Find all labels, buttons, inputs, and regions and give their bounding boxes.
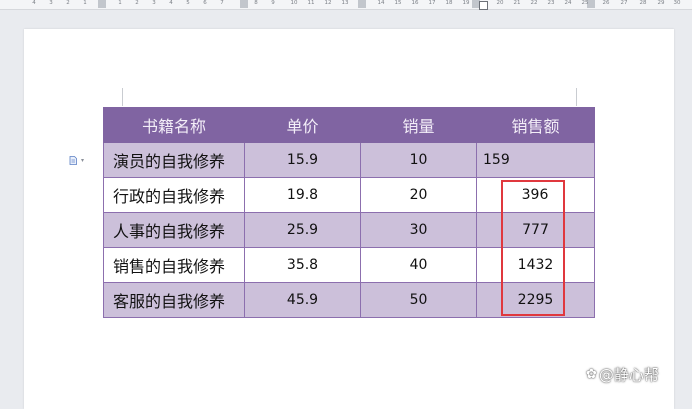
ruler-number: 1 [83,0,87,6]
cell-sales-amount[interactable]: 159 [476,142,595,178]
ruler-number: 25 [581,0,589,6]
ruler-number: 22 [530,0,538,6]
ruler-number: 24 [564,0,572,6]
ruler-number: 3 [49,0,53,6]
header-book-name[interactable]: 书籍名称 [103,107,245,143]
cell-price[interactable]: 25.9 [244,212,361,248]
cell-quantity[interactable]: 10 [360,142,477,178]
ruler-number: 21 [513,0,521,6]
ruler-number: 4 [169,0,173,6]
ruler-number: 27 [620,0,628,6]
ruler-number: 2 [66,0,70,6]
ruler-number: 28 [639,0,647,6]
table-row: 人事的自我修养 25.9 30 777 [103,212,595,248]
ruler-number: 2 [135,0,139,6]
cell-sales-amount[interactable]: 1432 [476,247,595,283]
cell-quantity[interactable]: 30 [360,212,477,248]
ruler-number: 1 [118,0,122,6]
ruler-number: 15 [394,0,402,6]
ruler-number: 29 [657,0,665,6]
cell-price[interactable]: 15.9 [244,142,361,178]
cell-sales-amount[interactable]: 2295 [476,282,595,318]
ruler-number: 6 [203,0,207,6]
ruler-number: 16 [411,0,419,6]
ruler-number: 10 [290,0,298,6]
watermark-text: @静心帮 [598,366,659,384]
header-quantity[interactable]: 销量 [360,107,477,143]
header-sales-amount[interactable]: 销售额 [476,107,595,143]
ruler-column-marker[interactable] [358,0,366,8]
ruler-number: 9 [271,0,275,6]
watermark: ✿ @静心帮 [586,364,659,385]
cell-book-name[interactable]: 人事的自我修养 [103,212,245,248]
crop-mark [576,88,577,106]
header-price[interactable]: 单价 [244,107,361,143]
ruler-indent-marker[interactable] [479,1,488,10]
table-row: 行政的自我修养 19.8 20 396 [103,177,595,213]
ruler-number: 7 [220,0,224,6]
cell-sales-amount[interactable]: 396 [476,177,595,213]
cell-quantity[interactable]: 20 [360,177,477,213]
ruler-number: 3 [152,0,156,6]
ruler-number: 18 [445,0,453,6]
cell-book-name[interactable]: 客服的自我修养 [103,282,245,318]
cell-price[interactable]: 19.8 [244,177,361,213]
ruler-number: 4 [32,0,36,6]
handle-dropdown-icon[interactable]: ▾ [81,157,84,164]
ruler-number: 30 [673,0,681,6]
ruler-number: 12 [324,0,332,6]
ruler-number: 14 [377,0,385,6]
cell-book-name[interactable]: 行政的自我修养 [103,177,245,213]
ruler-number: 19 [462,0,470,6]
cell-book-name[interactable]: 演员的自我修养 [103,142,245,178]
table-row: 销售的自我修养 35.8 40 1432 [103,247,595,283]
ruler-margin-marker-left[interactable] [98,0,106,8]
ruler-number: 20 [496,0,504,6]
ruler-number: 5 [186,0,190,6]
crop-mark [122,88,123,106]
ruler-number: 11 [307,0,315,6]
cell-book-name[interactable]: 销售的自我修养 [103,247,245,283]
cell-price[interactable]: 35.8 [244,247,361,283]
horizontal-ruler[interactable]: 4 3 2 1 1 2 3 4 5 6 7 8 9 10 11 12 13 14… [0,0,692,10]
cell-sales-amount[interactable]: 777 [476,212,595,248]
ruler-number: 17 [428,0,436,6]
table-move-handle-icon[interactable] [69,156,77,165]
sales-table[interactable]: 书籍名称 单价 销量 销售额 演员的自我修养 15.9 10 159 行政的自我… [103,107,595,318]
ruler-number: 8 [254,0,258,6]
flower-icon: ✿ [586,367,597,382]
ruler-number: 13 [341,0,349,6]
table-row: 演员的自我修养 15.9 10 159 [103,142,595,178]
ruler-number: 26 [602,0,610,6]
table-row: 客服的自我修养 45.9 50 2295 [103,282,595,318]
cell-quantity[interactable]: 50 [360,282,477,318]
ruler-column-marker[interactable] [240,0,248,8]
table-header-row: 书籍名称 单价 销量 销售额 [103,107,595,143]
cell-price[interactable]: 45.9 [244,282,361,318]
cell-quantity[interactable]: 40 [360,247,477,283]
ruler-number: 23 [547,0,555,6]
